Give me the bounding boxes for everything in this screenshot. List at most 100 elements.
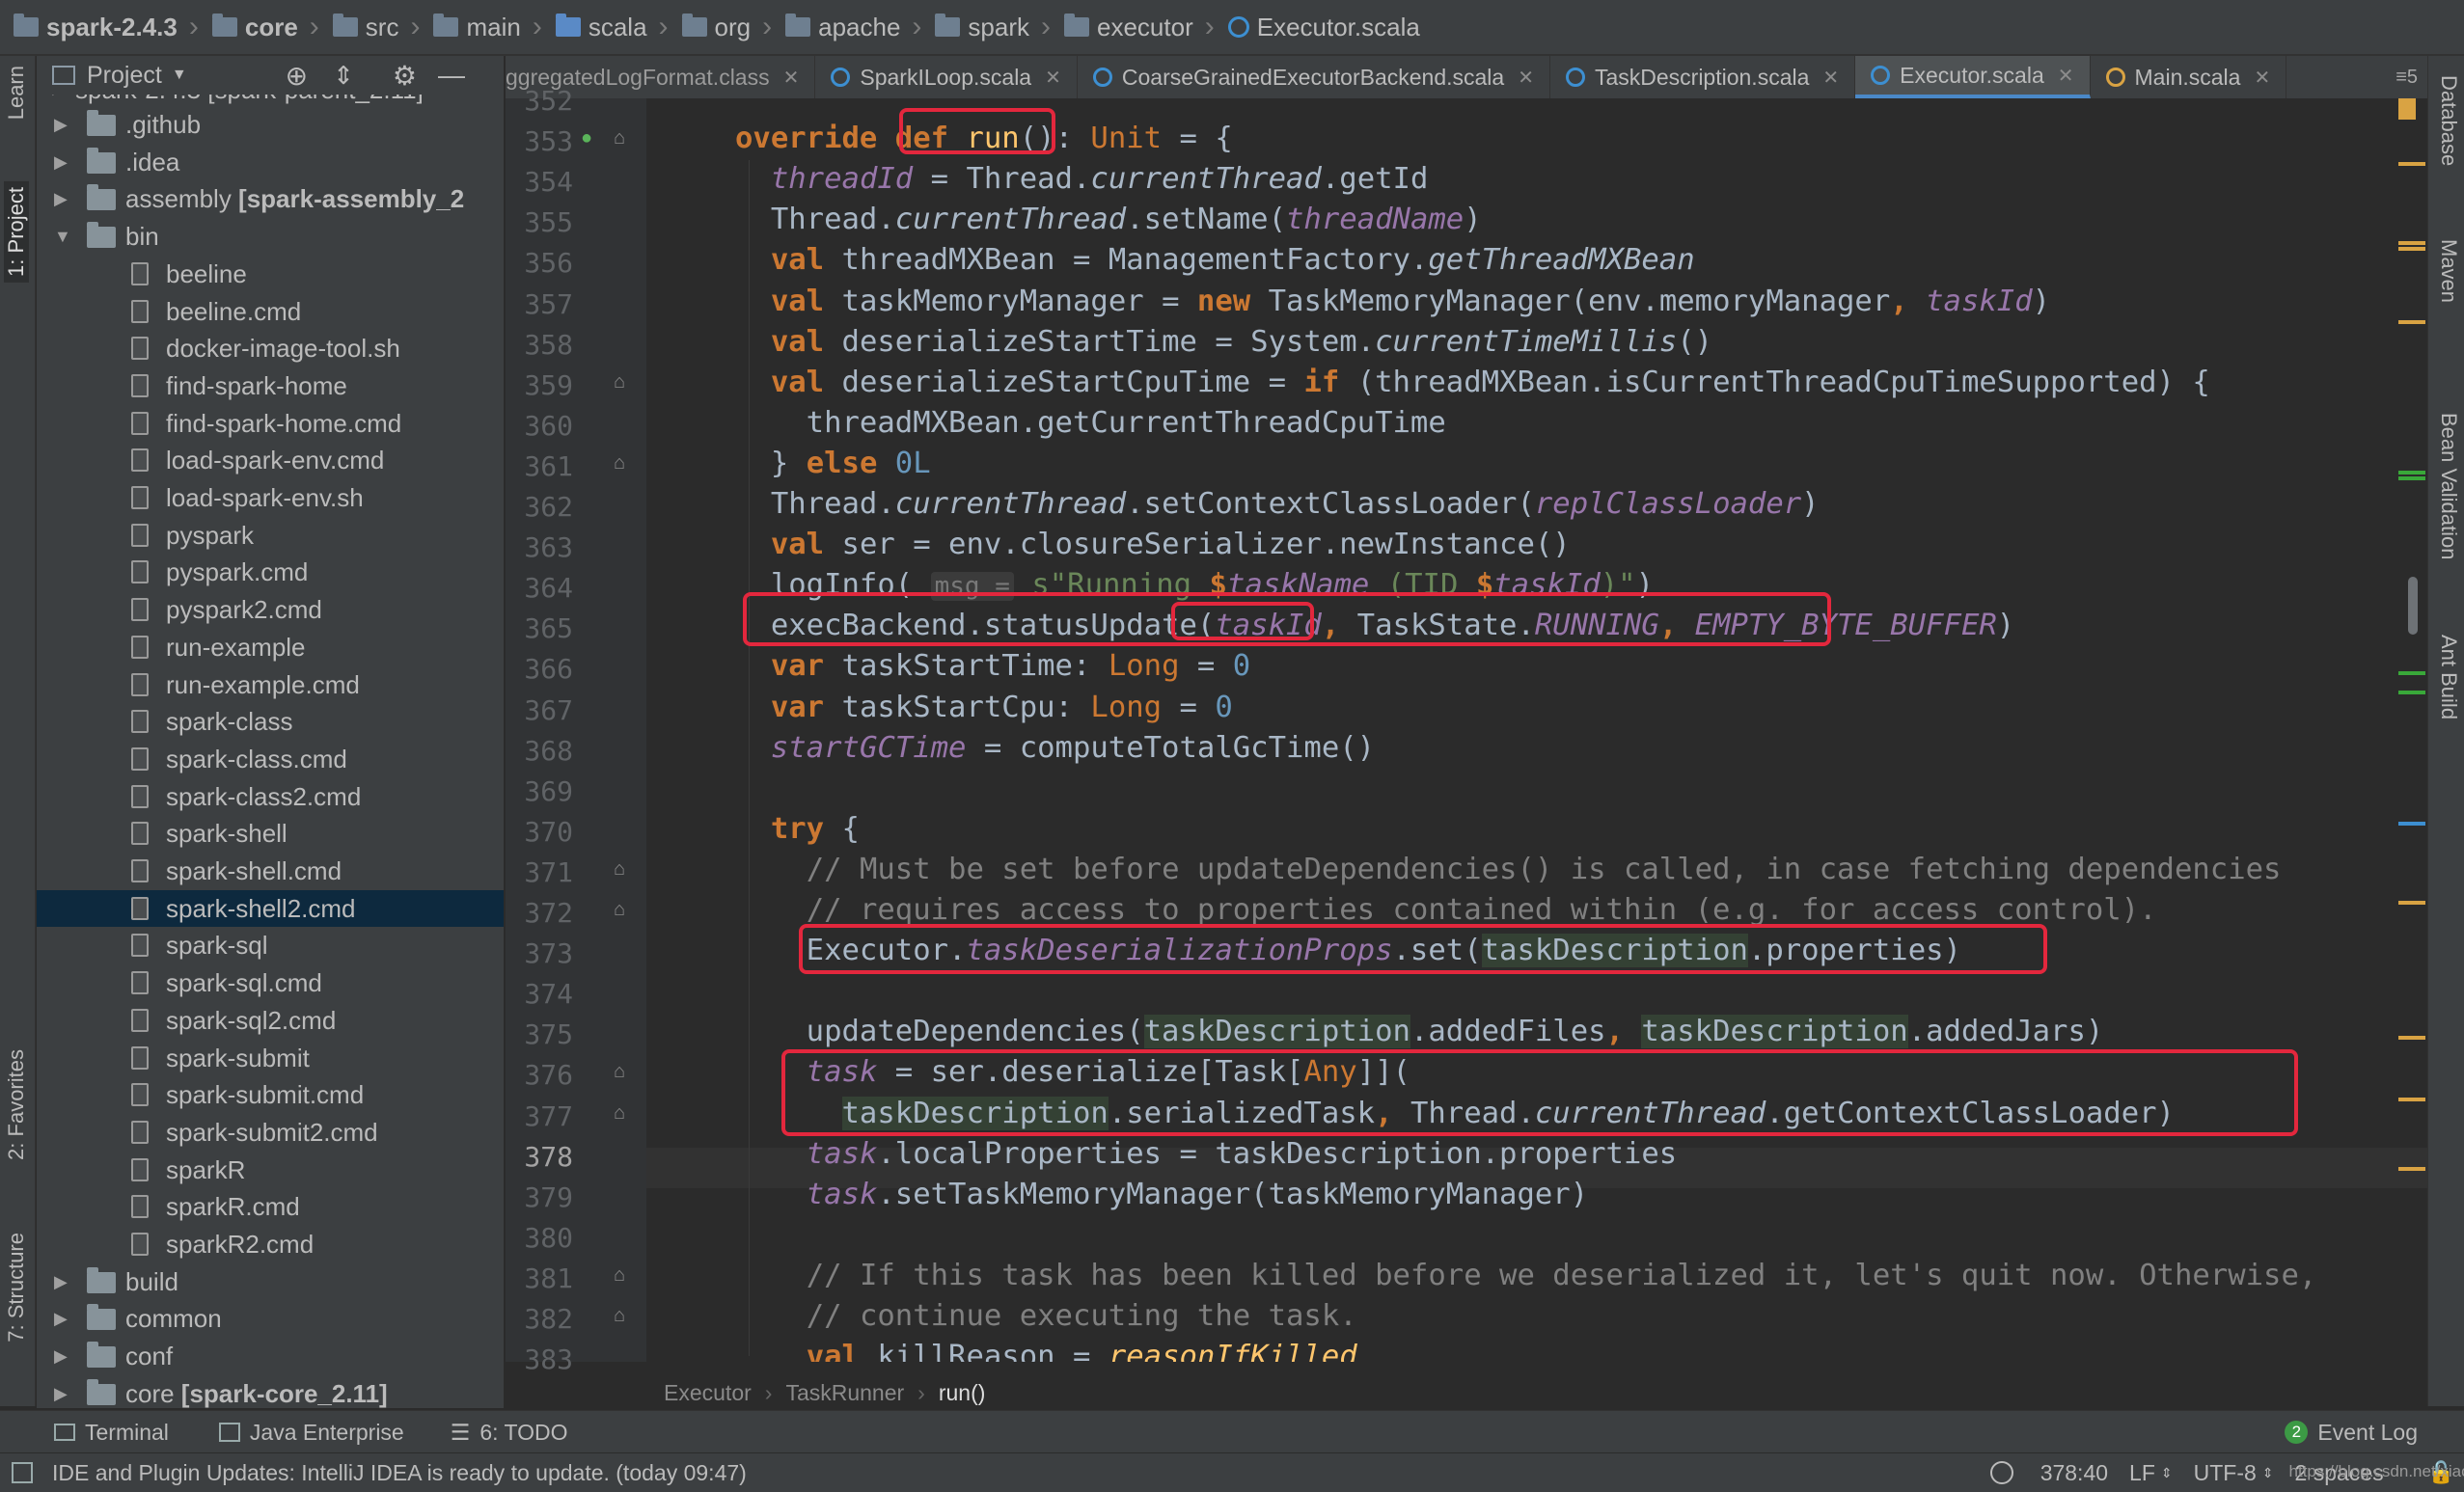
line-separator[interactable]: LF bbox=[2129, 1460, 2155, 1486]
tree-file[interactable]: run-example.cmd bbox=[37, 666, 504, 703]
close-icon[interactable]: ✕ bbox=[2254, 66, 2270, 90]
learn-tab[interactable]: Learn bbox=[4, 66, 29, 120]
navbar-crumb[interactable]: org › bbox=[669, 11, 772, 43]
code-line[interactable]: task.localProperties = taskDescription.p… bbox=[735, 1137, 1678, 1171]
navbar-crumb[interactable]: main › bbox=[420, 11, 542, 43]
code-line[interactable]: threadMXBean.getCurrentThreadCpuTime bbox=[735, 406, 1446, 440]
tab-overflow-button[interactable]: ≡5 bbox=[2396, 56, 2427, 98]
code-line[interactable]: var taskStartTime: Long = 0 bbox=[735, 649, 1250, 683]
tree-file[interactable]: spark-class.cmd bbox=[37, 741, 504, 777]
code-line[interactable]: var taskStartCpu: Long = 0 bbox=[735, 691, 1233, 724]
tree-file[interactable]: find-spark-home.cmd bbox=[37, 405, 504, 442]
tree-file[interactable]: beeline.cmd bbox=[37, 293, 504, 330]
inspection-marker[interactable] bbox=[2398, 671, 2425, 675]
fold-icon[interactable]: ⌂ bbox=[614, 1102, 625, 1125]
fold-icon[interactable]: ⌂ bbox=[614, 452, 625, 475]
fold-icon[interactable]: ⌂ bbox=[614, 899, 625, 921]
inspection-marker[interactable] bbox=[2398, 471, 2425, 475]
memory-indicator-icon[interactable] bbox=[1989, 1461, 2013, 1484]
navbar-crumb[interactable]: apache › bbox=[772, 11, 921, 43]
editor-tab[interactable]: Executor.scala ✕ bbox=[1855, 56, 2091, 98]
status-message[interactable]: IDE and Plugin Updates: IntelliJ IDEA is… bbox=[52, 1460, 747, 1486]
code-line[interactable]: threadId = Thread.currentThread.getId bbox=[735, 162, 1429, 196]
indent-setting[interactable]: 2 spaces https://blog.csdn.net/xiaokong bbox=[2289, 1460, 2464, 1486]
tree-file[interactable]: sparkR.cmd bbox=[37, 1188, 504, 1225]
expand-triangle-icon[interactable]: ▼ bbox=[54, 218, 71, 255]
ant-build-tool-tab[interactable]: Ant Build bbox=[2436, 635, 2461, 719]
inspection-marker[interactable] bbox=[2398, 822, 2425, 826]
code-line[interactable]: } else 0L bbox=[735, 447, 931, 480]
tree-file[interactable]: spark-shell.cmd bbox=[37, 853, 504, 889]
breadcrumb-item[interactable]: TaskRunner bbox=[785, 1380, 904, 1406]
project-tool-tab[interactable]: 1: Project bbox=[4, 181, 29, 283]
tree-folder[interactable]: ▼ bin bbox=[37, 218, 504, 255]
tree-file[interactable]: docker-image-tool.sh bbox=[37, 330, 504, 366]
inspection-marker[interactable] bbox=[2398, 476, 2425, 480]
code-line[interactable]: val killReason = reasonIfKilled bbox=[735, 1340, 1357, 1362]
database-tool-tab[interactable]: Database bbox=[2436, 75, 2461, 166]
inspection-marker[interactable] bbox=[2398, 1167, 2425, 1171]
tree-file[interactable]: spark-submit.cmd bbox=[37, 1076, 504, 1113]
code-line[interactable]: Thread.currentThread.setContextClassLoad… bbox=[735, 487, 1820, 521]
java-enterprise-tab[interactable]: Java Enterprise bbox=[250, 1420, 404, 1446]
tree-file[interactable]: load-spark-env.sh bbox=[37, 479, 504, 516]
hide-panel-icon[interactable]: — bbox=[438, 60, 465, 91]
project-tree[interactable]: ▼spark-2.4.3 [spark-parent_2.11]▶.github… bbox=[37, 95, 506, 1408]
code-line[interactable]: startGCTime = computeTotalGcTime() bbox=[735, 731, 1375, 765]
tree-file[interactable]: sparkR bbox=[37, 1152, 504, 1188]
tree-file[interactable]: sparkR2.cmd bbox=[37, 1226, 504, 1262]
tree-file[interactable]: find-spark-home bbox=[37, 367, 504, 404]
collapse-triangle-icon[interactable]: ▶ bbox=[54, 1375, 68, 1408]
inspection-marker[interactable] bbox=[2398, 691, 2425, 694]
close-icon[interactable]: ✕ bbox=[783, 66, 800, 90]
tree-file[interactable]: spark-submit2.cmd bbox=[37, 1114, 504, 1151]
code-line[interactable]: // continue executing the task. bbox=[735, 1299, 1357, 1333]
close-icon[interactable]: ✕ bbox=[1045, 66, 1061, 90]
code-line[interactable]: // If this task has been killed before w… bbox=[735, 1259, 2317, 1292]
tree-file[interactable]: spark-shell bbox=[37, 815, 504, 852]
project-panel-title[interactable]: Project bbox=[87, 62, 162, 90]
navbar-crumb[interactable]: Executor.scala bbox=[1215, 13, 1420, 42]
override-marker-icon[interactable]: ● bbox=[581, 127, 592, 149]
chevron-down-icon[interactable]: ▼ bbox=[172, 67, 187, 84]
tree-file[interactable]: pyspark bbox=[37, 517, 504, 554]
collapse-all-icon[interactable]: ⇕ bbox=[333, 61, 354, 91]
tree-file[interactable]: pyspark2.cmd bbox=[37, 591, 504, 628]
gear-icon[interactable]: ⚙ bbox=[393, 60, 417, 92]
tree-file[interactable]: run-example bbox=[37, 629, 504, 665]
fold-icon[interactable]: ⌂ bbox=[614, 858, 625, 881]
inspection-marker[interactable] bbox=[2398, 247, 2425, 251]
editor-tab[interactable]: SparkILoop.scala ✕ bbox=[815, 56, 1078, 98]
todo-tab[interactable]: 6: TODO bbox=[479, 1420, 567, 1446]
tree-file[interactable]: spark-sql.cmd bbox=[37, 964, 504, 1001]
code-line[interactable]: Thread.currentThread.setName(threadName) bbox=[735, 203, 1482, 236]
code-line[interactable]: val threadMXBean = ManagementFactory.get… bbox=[735, 243, 1695, 277]
code-line[interactable]: val ser = env.closureSerializer.newInsta… bbox=[735, 528, 1571, 561]
tree-file[interactable]: spark-submit bbox=[37, 1040, 504, 1076]
collapse-triangle-icon[interactable]: ▶ bbox=[54, 106, 68, 143]
navbar-crumb[interactable]: scala › bbox=[542, 11, 669, 43]
favorites-tool-tab[interactable]: 2: Favorites bbox=[4, 1049, 29, 1160]
tree-file[interactable]: spark-sql2.cmd bbox=[37, 1002, 504, 1039]
collapse-triangle-icon[interactable]: ▶ bbox=[54, 1338, 68, 1374]
editor-tab[interactable]: TaskDescription.scala ✕ bbox=[1550, 56, 1856, 98]
tree-file[interactable]: beeline bbox=[37, 256, 504, 292]
navbar-crumb[interactable]: spark › bbox=[921, 11, 1051, 43]
fold-icon[interactable]: ⌂ bbox=[614, 1061, 625, 1083]
tree-folder[interactable]: ▶ build bbox=[37, 1263, 504, 1300]
inspection-marker[interactable] bbox=[2398, 1098, 2425, 1101]
editor-tab[interactable]: CoarseGrainedExecutorBackend.scala ✕ bbox=[1078, 56, 1550, 98]
breadcrumb-item[interactable]: run() bbox=[939, 1380, 986, 1406]
tree-file[interactable]: spark-class2.cmd bbox=[37, 778, 504, 815]
collapse-triangle-icon[interactable]: ▶ bbox=[54, 144, 68, 180]
scroll-thumb[interactable] bbox=[2408, 577, 2418, 635]
collapse-triangle-icon[interactable]: ▶ bbox=[54, 180, 68, 217]
editor-tab[interactable]: Main.scala ✕ bbox=[2091, 56, 2287, 98]
collapse-triangle-icon[interactable]: ▶ bbox=[54, 1263, 68, 1300]
fold-icon[interactable]: ⌂ bbox=[614, 127, 625, 149]
inspection-marker[interactable] bbox=[2398, 162, 2425, 166]
navbar-crumb[interactable]: spark-2.4.3 › bbox=[0, 11, 199, 43]
fold-icon[interactable]: ⌂ bbox=[614, 371, 625, 393]
tree-file[interactable]: pyspark.cmd bbox=[37, 554, 504, 590]
fold-icon[interactable]: ⌂ bbox=[614, 1305, 625, 1327]
